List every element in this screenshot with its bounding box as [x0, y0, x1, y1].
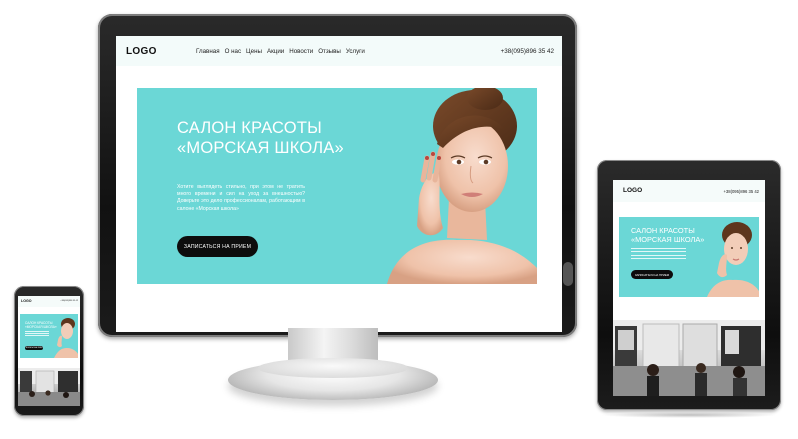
tablet-shadow — [600, 412, 778, 418]
phone-frame: LOGO +38(095)896 35 42 САЛОН КРАСОТЫ «МО… — [14, 286, 84, 416]
tablet-site-logo[interactable]: LOGO — [623, 187, 642, 194]
monitor-power-button — [563, 262, 573, 286]
tablet-header-phone[interactable]: +38(095)896 35 42 — [723, 189, 759, 194]
hero-title-line-1: САЛОН КРАСОТЫ — [177, 119, 322, 137]
hero-banner: САЛОН КРАСОТЫ «МОРСКАЯ ШКОЛА» Хотите выг… — [137, 88, 537, 284]
tablet-hero-description — [631, 248, 686, 262]
hero-title: САЛОН КРАСОТЫ «МОРСКАЯ ШКОЛА» — [177, 118, 377, 158]
phone-site-header: LOGO +38(095)896 35 42 — [18, 296, 80, 307]
phone-screen: LOGO +38(095)896 35 42 САЛОН КРАСОТЫ «МО… — [18, 296, 80, 406]
hero-description: Хотите выглядеть стильно, при этом не тр… — [177, 184, 305, 212]
tablet-hero-banner: САЛОН КРАСОТЫ «МОРСКАЯ ШКОЛА» ЗАПИСАТЬСЯ… — [619, 217, 759, 297]
hero-title-line-2: «МОРСКАЯ ШКОЛА» — [177, 139, 344, 157]
tablet-frame: LOGO +38(095)896 35 42 САЛОН КРАСОТЫ «МО… — [597, 160, 781, 410]
nav-item-home[interactable]: Главная — [196, 48, 220, 55]
nav-item-prices[interactable]: Цены — [246, 48, 262, 55]
nav-item-about[interactable]: О нас — [225, 48, 241, 55]
phone-hero-banner: САЛОН КРАСОТЫ «МОРСКАЯ ШКОЛА» ЗАПИСАТЬСЯ… — [20, 314, 78, 358]
tablet-site-header: LOGO +38(095)896 35 42 — [613, 180, 765, 202]
phone-book-appointment-button[interactable]: ЗАПИСАТЬСЯ НА ПРИЕМ — [25, 346, 43, 350]
desktop-monitor-frame: LOGO Главная О нас Цены Акции Новости От… — [98, 14, 577, 337]
tablet-woman-portrait-image — [707, 222, 759, 297]
nav-item-services[interactable]: Услуги — [346, 48, 365, 55]
salon-interior-image — [613, 320, 765, 396]
phone-hero-description — [25, 331, 49, 337]
header-phone[interactable]: +38(095)896 35 42 — [501, 48, 554, 55]
monitor-stand-base-top — [258, 358, 408, 378]
book-appointment-button[interactable]: ЗАПИСАТЬСЯ НА ПРИЕМ — [177, 236, 258, 257]
phone-site-logo[interactable]: LOGO — [21, 299, 32, 303]
nav-item-reviews[interactable]: Отзывы — [318, 48, 341, 55]
nav-item-promotions[interactable]: Акции — [267, 48, 284, 55]
phone-salon-interior-image — [18, 368, 80, 406]
desktop-screen: LOGO Главная О нас Цены Акции Новости От… — [116, 36, 562, 332]
woman-portrait-image — [387, 88, 537, 284]
tablet-screen: LOGO +38(095)896 35 42 САЛОН КРАСОТЫ «МО… — [613, 180, 765, 396]
phone-woman-portrait-image — [54, 318, 78, 358]
tablet-book-appointment-button[interactable]: ЗАПИСАТЬСЯ НА ПРИЕМ — [631, 270, 673, 279]
phone-header-phone[interactable]: +38(095)896 35 42 — [60, 300, 78, 302]
site-header: LOGO Главная О нас Цены Акции Новости От… — [116, 36, 562, 66]
site-logo[interactable]: LOGO — [126, 46, 157, 57]
nav-item-news[interactable]: Новости — [289, 48, 313, 55]
main-navigation: Главная О нас Цены Акции Новости Отзывы … — [196, 48, 365, 55]
